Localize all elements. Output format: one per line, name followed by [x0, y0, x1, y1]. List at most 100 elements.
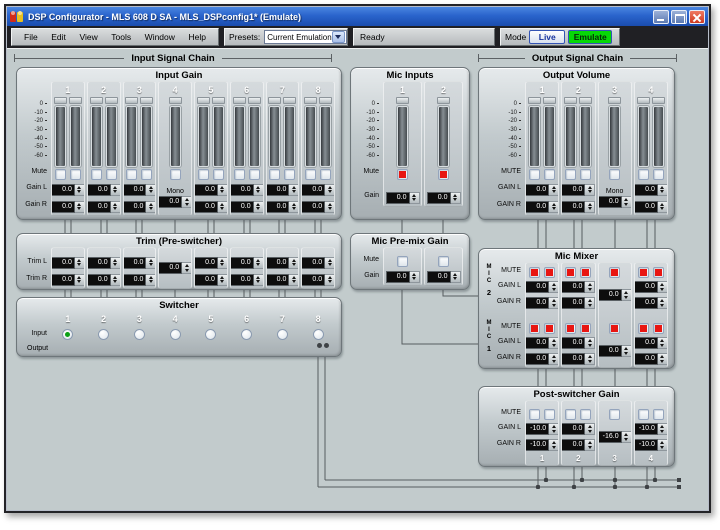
trim-r-spinner[interactable]: 0.0 — [230, 274, 264, 286]
spinner-arrows-icon[interactable] — [549, 353, 559, 365]
gain-l-spinner[interactable]: 0.0 — [561, 337, 595, 349]
mute-l-checkbox[interactable] — [198, 169, 209, 180]
mute-l-checkbox[interactable] — [638, 409, 649, 420]
fader-r[interactable] — [249, 97, 260, 167]
fader-l[interactable] — [565, 97, 576, 167]
spinner-arrows-icon[interactable] — [622, 289, 632, 301]
mute-checkbox-on[interactable] — [609, 267, 620, 278]
maximize-button[interactable] — [671, 10, 687, 24]
fader-mono[interactable] — [170, 97, 181, 167]
spinner-arrows-icon[interactable] — [658, 201, 668, 213]
spinner-arrows-icon[interactable] — [622, 431, 632, 443]
gain-r-spinner[interactable]: 0.0 — [561, 439, 595, 451]
mute-l-checkbox[interactable] — [55, 169, 66, 180]
mute-l-checkbox-on[interactable] — [529, 267, 540, 278]
fader[interactable] — [438, 97, 449, 167]
spinner-arrows-icon[interactable] — [585, 281, 595, 293]
gain-l-spinner[interactable]: 0.0 — [634, 281, 668, 293]
input-radio[interactable] — [98, 329, 109, 340]
gain-spinner[interactable]: 0.0 — [427, 192, 461, 204]
mute-r-checkbox[interactable] — [106, 169, 117, 180]
mute-checkbox-on[interactable] — [397, 169, 408, 180]
live-button[interactable]: Live — [529, 30, 565, 44]
fader-l[interactable] — [91, 97, 102, 167]
gain-l-spinner[interactable]: 0.0 — [634, 184, 668, 196]
mute-l-checkbox[interactable] — [269, 169, 280, 180]
trim-r-spinner[interactable]: 0.0 — [123, 274, 157, 286]
gain-r-spinner[interactable]: 0.0 — [634, 201, 668, 213]
menu-view[interactable]: View — [79, 32, 97, 42]
spinner-arrows-icon[interactable] — [658, 337, 668, 349]
spinner-arrows-icon[interactable] — [254, 184, 264, 196]
trim-spinner[interactable]: 0.0 — [158, 262, 192, 274]
trim-l-spinner[interactable]: 0.0 — [123, 257, 157, 269]
gain-l-spinner[interactable]: 0.0 — [525, 337, 559, 349]
mute-r-checkbox[interactable] — [284, 169, 295, 180]
input-radio[interactable] — [241, 329, 252, 340]
fader-r[interactable] — [284, 97, 295, 167]
spinner-arrows-icon[interactable] — [549, 184, 559, 196]
spinner-arrows-icon[interactable] — [410, 271, 420, 283]
fader-l[interactable] — [126, 97, 137, 167]
gain-r-spinner[interactable]: 0.0 — [87, 201, 121, 213]
presets-dropdown[interactable]: Current Emulation — [264, 30, 346, 44]
spinner-arrows-icon[interactable] — [111, 201, 121, 213]
spinner-arrows-icon[interactable] — [146, 257, 156, 269]
spinner-arrows-icon[interactable] — [549, 337, 559, 349]
spinner-arrows-icon[interactable] — [585, 423, 595, 435]
mute-checkbox-on[interactable] — [438, 169, 449, 180]
fader[interactable] — [397, 97, 408, 167]
mute-l-checkbox-on[interactable] — [565, 267, 576, 278]
gain-l-spinner[interactable]: 0.0 — [123, 184, 157, 196]
fader-r[interactable] — [653, 97, 664, 167]
mute-r-checkbox-on[interactable] — [544, 323, 555, 334]
gain-r-spinner[interactable]: 0.0 — [194, 201, 228, 213]
spinner-arrows-icon[interactable] — [75, 201, 85, 213]
gain-r-spinner[interactable]: 0.0 — [561, 353, 595, 365]
gain-r-spinner[interactable]: 0.0 — [301, 201, 335, 213]
spinner-arrows-icon[interactable] — [451, 192, 461, 204]
menu-edit[interactable]: Edit — [51, 32, 66, 42]
gain-l-spinner[interactable]: 0.0 — [194, 184, 228, 196]
mute-checkbox[interactable] — [397, 256, 408, 267]
mute-r-checkbox[interactable] — [580, 169, 591, 180]
spinner-arrows-icon[interactable] — [289, 257, 299, 269]
spinner-arrows-icon[interactable] — [585, 184, 595, 196]
trim-r-spinner[interactable]: 0.0 — [51, 274, 85, 286]
gain-l-spinner[interactable]: 0.0 — [301, 184, 335, 196]
gain-l-spinner[interactable]: 0.0 — [561, 184, 595, 196]
spinner-arrows-icon[interactable] — [218, 201, 228, 213]
spinner-arrows-icon[interactable] — [111, 257, 121, 269]
gain-r-spinner[interactable]: 0.0 — [634, 353, 668, 365]
gain-l-spinner[interactable]: 0.0 — [266, 184, 300, 196]
input-radio[interactable] — [134, 329, 145, 340]
trim-r-spinner[interactable]: 0.0 — [266, 274, 300, 286]
spinner-arrows-icon[interactable] — [325, 184, 335, 196]
minimize-button[interactable] — [653, 10, 669, 24]
spinner-arrows-icon[interactable] — [658, 184, 668, 196]
trim-l-spinner[interactable]: 0.0 — [301, 257, 335, 269]
spinner-arrows-icon[interactable] — [111, 184, 121, 196]
gain-l-spinner[interactable]: 0.0 — [230, 184, 264, 196]
gain-r-spinner[interactable]: 0.0 — [561, 201, 595, 213]
fader-r[interactable] — [141, 97, 152, 167]
spinner-arrows-icon[interactable] — [182, 262, 192, 274]
mute-l-checkbox[interactable] — [529, 409, 540, 420]
spinner-arrows-icon[interactable] — [549, 281, 559, 293]
mute-l-checkbox-on[interactable] — [565, 323, 576, 334]
trim-r-spinner[interactable]: 0.0 — [194, 274, 228, 286]
gain-r-spinner[interactable]: 0.0 — [525, 353, 559, 365]
gain-r-spinner[interactable]: 0.0 — [266, 201, 300, 213]
spinner-arrows-icon[interactable] — [451, 271, 461, 283]
fader-l[interactable] — [198, 97, 209, 167]
spinner-arrows-icon[interactable] — [585, 337, 595, 349]
mute-checkbox-on[interactable] — [609, 323, 620, 334]
spinner-arrows-icon[interactable] — [75, 274, 85, 286]
mute-r-checkbox-on[interactable] — [580, 323, 591, 334]
gain-r-spinner[interactable]: 0.0 — [525, 201, 559, 213]
gain-spinner[interactable]: -16.0 — [598, 431, 632, 443]
spinner-arrows-icon[interactable] — [622, 196, 632, 208]
fader-l[interactable] — [638, 97, 649, 167]
fader-r[interactable] — [320, 97, 331, 167]
spinner-arrows-icon[interactable] — [146, 184, 156, 196]
